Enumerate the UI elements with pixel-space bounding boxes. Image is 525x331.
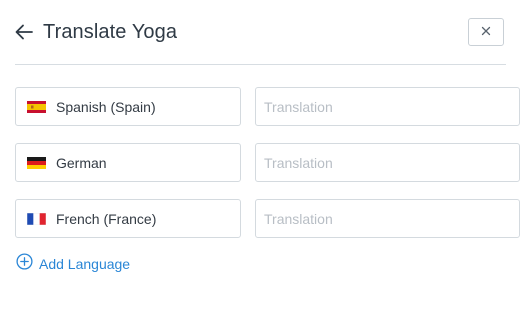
language-field: Spanish (Spain) <box>15 87 241 126</box>
dialog-header: Translate Yoga <box>15 16 506 50</box>
fr-flag-icon <box>16 212 46 225</box>
translation-input[interactable] <box>255 199 520 238</box>
close-icon <box>481 23 491 41</box>
close-button[interactable] <box>468 18 504 46</box>
language-row-german: German <box>15 143 520 182</box>
page-title: Translate Yoga <box>43 21 178 43</box>
language-label: Spanish (Spain) <box>56 98 156 115</box>
language-label: German <box>56 154 107 171</box>
de-flag-icon <box>16 156 46 169</box>
translation-input[interactable] <box>255 87 520 126</box>
language-field: German <box>15 143 241 182</box>
plus-circle-icon <box>16 253 33 275</box>
back-arrow-icon[interactable] <box>15 23 33 41</box>
add-language-button[interactable]: Add Language <box>16 253 131 275</box>
add-language-label: Add Language <box>39 256 131 272</box>
header-divider <box>15 64 506 65</box>
language-label: French (France) <box>56 210 157 227</box>
language-row-french: French (France) <box>15 199 520 238</box>
language-field: French (France) <box>15 199 241 238</box>
language-row-spanish: Spanish (Spain) <box>15 87 520 126</box>
es-flag-icon <box>16 100 46 113</box>
translation-input[interactable] <box>255 143 520 182</box>
